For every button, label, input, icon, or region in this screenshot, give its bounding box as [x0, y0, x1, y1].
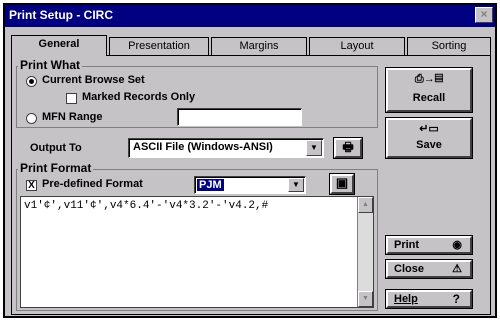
print-format-title: Print Format [18, 161, 94, 175]
output-to-select[interactable]: ASCII File (Windows-ANSI) ▼ [128, 138, 324, 158]
print-button[interactable]: Print ◉ [385, 235, 473, 255]
scroll-down-arrow-icon[interactable]: ▼ [358, 291, 373, 307]
output-to-label: Output To [30, 142, 82, 154]
close-button[interactable]: Close ⚠ [385, 259, 473, 279]
tab-layout[interactable]: Layout [309, 37, 405, 55]
marked-records-label[interactable]: Marked Records Only [82, 91, 195, 103]
scroll-up-arrow-icon[interactable]: ▲ [358, 197, 373, 213]
printer-icon: 🖶 [342, 140, 354, 154]
title-bar: Print Setup - CIRC × [5, 5, 495, 27]
tab-margins[interactable]: Margins [211, 37, 307, 55]
print-what-title: Print What [18, 58, 82, 72]
print-icon: ◉ [452, 239, 462, 251]
tab-presentation[interactable]: Presentation [109, 37, 209, 55]
help-label: Help [394, 293, 418, 305]
predefined-format-checkbox[interactable]: X [26, 180, 37, 191]
close-label: Close [394, 263, 424, 275]
mfn-range-radio[interactable] [26, 113, 37, 124]
save-format-button[interactable]: ▣ [329, 173, 355, 195]
format-editor[interactable]: v1'¢',v11'¢',v4*6.4'-'v4*3.2'-'v4.2,# ▲ … [20, 196, 374, 308]
tab-strip: General Presentation Margins Layout Sort… [11, 35, 491, 56]
tab-sorting[interactable]: Sorting [407, 37, 491, 55]
save-button[interactable]: ↵▭ Save [385, 117, 473, 159]
close-window-button[interactable]: × [475, 7, 493, 23]
format-dropdown-arrow-icon[interactable]: ▼ [288, 178, 304, 192]
recall-label: Recall [412, 92, 446, 104]
format-text[interactable]: v1'¢',v11'¢',v4*6.4'-'v4*3.2'-'v4.2,# [24, 200, 268, 212]
current-browse-radio[interactable] [26, 76, 37, 87]
output-dropdown-arrow-icon[interactable]: ▼ [306, 140, 322, 156]
warning-icon: ⚠ [452, 263, 462, 275]
predefined-format-label[interactable]: Pre-defined Format [42, 178, 143, 190]
print-label: Print [394, 239, 420, 251]
format-editor-scrollbar[interactable]: ▲ ▼ [357, 197, 373, 307]
format-value: PJM [197, 179, 224, 191]
current-browse-label[interactable]: Current Browse Set [42, 74, 145, 86]
recall-button[interactable]: ⎙→▤ Recall [385, 67, 473, 113]
save-label: Save [416, 139, 442, 151]
marked-records-checkbox[interactable] [66, 93, 77, 104]
printer-setup-button[interactable]: 🖶 [333, 137, 363, 159]
recall-icon: ⎙→▤ [414, 73, 444, 85]
output-to-value: ASCII File (Windows-ANSI) [133, 141, 273, 153]
format-select[interactable]: PJM ▼ [194, 176, 306, 194]
help-icon: ? [452, 292, 460, 306]
help-button[interactable]: Help ? [385, 289, 473, 309]
print-setup-dialog: Print Setup - CIRC × General Presentatio… [3, 3, 497, 318]
general-tab-panel: Print What Current Browse Set Marked Rec… [11, 55, 491, 315]
window-title: Print Setup - CIRC [9, 8, 113, 22]
save-icon: ↵▭ [419, 123, 439, 135]
tab-general[interactable]: General [11, 35, 107, 56]
mfn-range-input[interactable] [177, 108, 302, 126]
floppy-icon: ▣ [335, 175, 349, 190]
mfn-range-label[interactable]: MFN Range [42, 111, 103, 123]
